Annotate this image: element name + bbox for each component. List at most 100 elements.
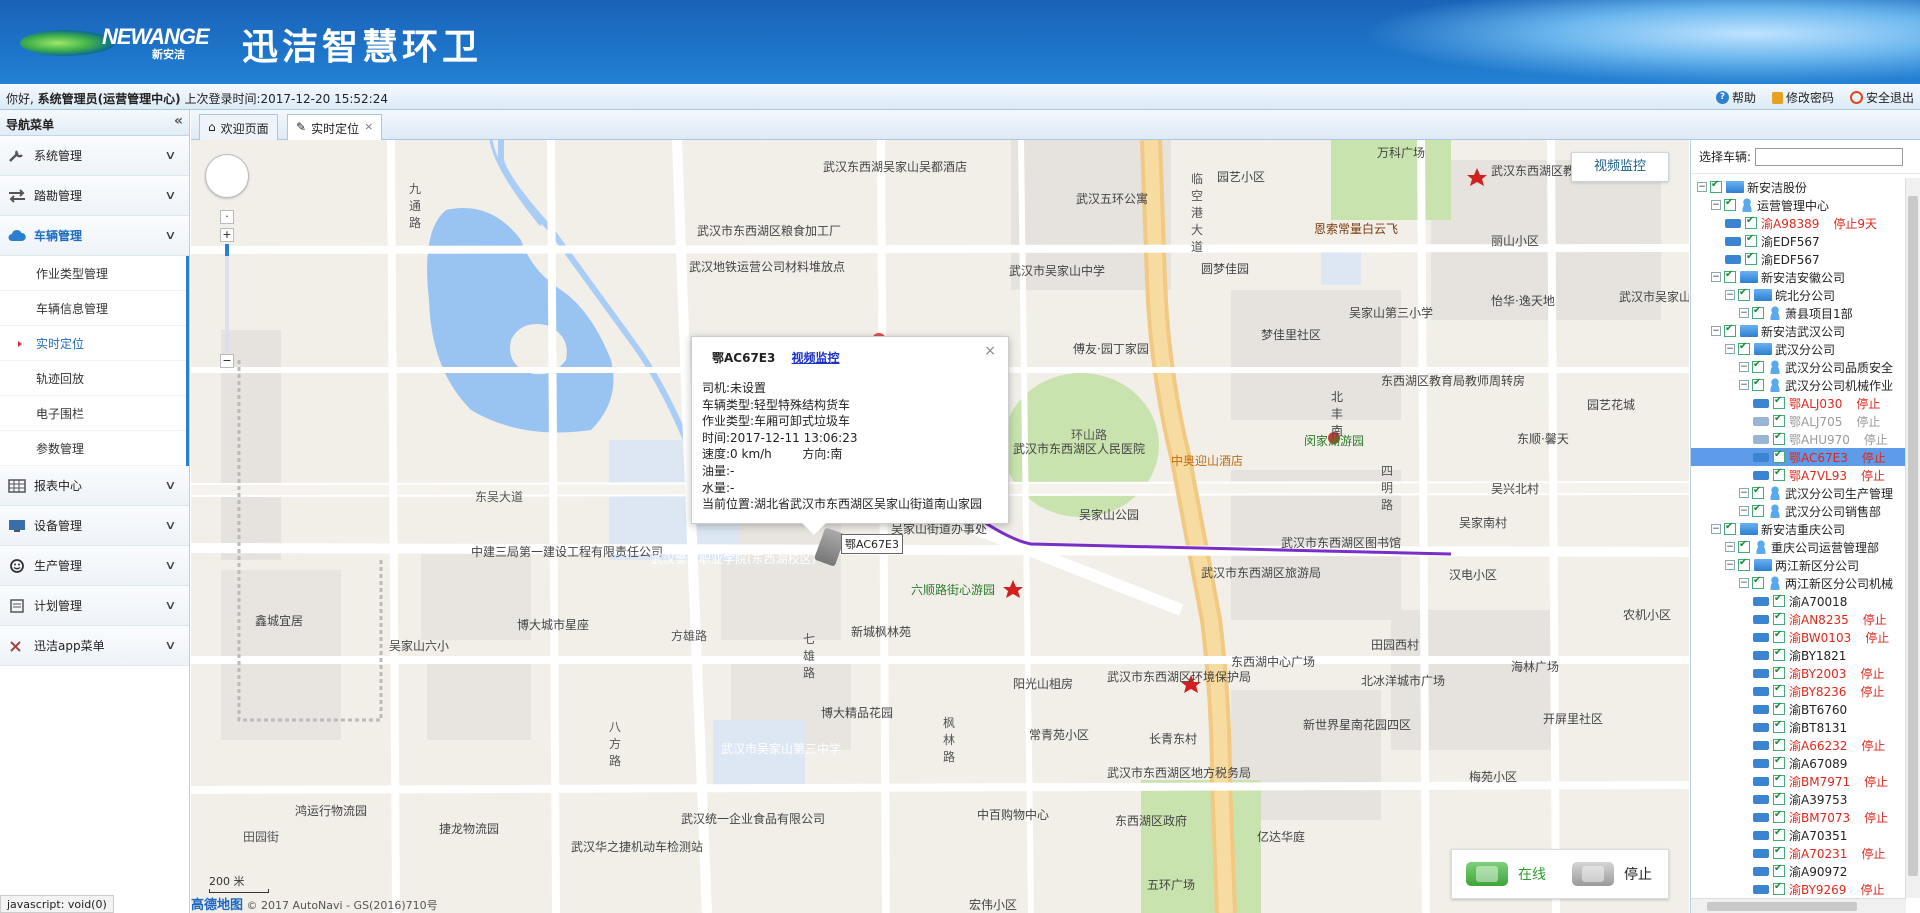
tree-checkbox[interactable] [1752, 485, 1764, 499]
vehicle-node[interactable]: 渝A70231 停止 [1691, 844, 1905, 862]
tree-expand-toggle[interactable]: − [1697, 182, 1707, 192]
tree-checkbox[interactable] [1773, 773, 1785, 787]
vehicle-node[interactable]: 渝A70018 [1691, 592, 1905, 610]
vehicle-node[interactable]: 渝AN8235 停止 [1691, 610, 1905, 628]
tree-checkbox[interactable] [1773, 395, 1785, 409]
map-view[interactable]: 武汉东西湖吴家山吴都酒店 武汉五环公寓 武汉市东西湖区粮食加工厂 武汉地铁运营公… [191, 140, 1689, 913]
tree-expand-toggle[interactable]: − [1739, 578, 1749, 588]
org-node[interactable]: − 武汉分公司生产管理 [1691, 484, 1905, 502]
tree-checkbox[interactable] [1724, 521, 1736, 535]
tree-expand-toggle[interactable]: − [1739, 362, 1749, 372]
vehicle-node[interactable]: 渝BM7971 停止 [1691, 772, 1905, 790]
submenu-parameters[interactable]: 参数管理 [0, 431, 186, 466]
tree-horizontal-scrollbar[interactable] [1691, 898, 1906, 913]
vehicle-node[interactable]: 渝BM7073 停止 [1691, 808, 1905, 826]
tree-checkbox[interactable] [1773, 593, 1785, 607]
tree-expand-toggle[interactable]: − [1739, 506, 1749, 516]
menu-plan[interactable]: 计划管理 ∨ [0, 586, 189, 626]
popup-close-icon[interactable]: × [984, 343, 996, 359]
scrollbar-thumb[interactable] [1908, 196, 1918, 876]
submenu-vehicle-info[interactable]: 车辆信息管理 [0, 291, 186, 326]
zoom-out-button[interactable]: − [220, 354, 234, 368]
submenu-realtime-location[interactable]: 实时定位 [0, 326, 186, 361]
vehicle-search-input[interactable] [1755, 147, 1904, 166]
tree-checkbox[interactable] [1773, 449, 1785, 463]
tree-checkbox[interactable] [1773, 737, 1785, 751]
tree-checkbox[interactable] [1773, 431, 1785, 445]
submenu-geofence[interactable]: 电子围栏 [0, 396, 186, 431]
tree-checkbox[interactable] [1745, 251, 1757, 265]
change-password-link[interactable]: 修改密码 [1771, 89, 1834, 106]
tree-checkbox[interactable] [1752, 377, 1764, 391]
org-node[interactable]: − 新安洁武汉公司 [1691, 322, 1905, 340]
menu-survey[interactable]: 踏勘管理 ∨ [0, 176, 189, 216]
tree-checkbox[interactable] [1773, 629, 1785, 643]
map-locate-button[interactable]: · [220, 210, 234, 224]
vehicle-node[interactable]: 渝EDF567 [1691, 250, 1905, 268]
tree-checkbox[interactable] [1773, 701, 1785, 715]
org-node[interactable]: − 武汉分公司机械作业 [1691, 376, 1905, 394]
tree-expand-toggle[interactable]: − [1725, 560, 1735, 570]
tree-checkbox[interactable] [1724, 197, 1736, 211]
tree-checkbox[interactable] [1773, 647, 1785, 661]
tree-checkbox[interactable] [1773, 665, 1785, 679]
help-link[interactable]: ? 帮助 [1715, 89, 1756, 106]
tree-expand-toggle[interactable]: − [1725, 344, 1735, 354]
vehicle-node[interactable]: 渝BY1821 [1691, 646, 1905, 664]
map-pan-control[interactable] [205, 154, 249, 198]
tree-checkbox[interactable] [1745, 215, 1757, 229]
tree-checkbox[interactable] [1724, 269, 1736, 283]
tree-checkbox[interactable] [1752, 575, 1764, 589]
tree-checkbox[interactable] [1773, 791, 1785, 805]
vehicle-node[interactable]: 渝A39753 [1691, 790, 1905, 808]
submenu-job-type[interactable]: 作业类型管理 [0, 256, 186, 291]
vehicle-node[interactable]: 鄂ALJ705 停止 [1691, 412, 1905, 430]
tree-expand-toggle[interactable]: − [1711, 272, 1721, 282]
video-monitor-button[interactable]: 视频监控 [1571, 152, 1669, 182]
tree-checkbox[interactable] [1710, 179, 1722, 193]
tree-checkbox[interactable] [1773, 719, 1785, 733]
logout-link[interactable]: 安全退出 [1849, 89, 1914, 106]
vehicle-node[interactable]: 渝BY2003 停止 [1691, 664, 1905, 682]
vehicle-node[interactable]: 渝BW0103 停止 [1691, 628, 1905, 646]
tree-vertical-scrollbar[interactable] [1905, 178, 1920, 898]
vehicle-node[interactable]: 渝A98389 停止9天 [1691, 214, 1905, 232]
org-node[interactable]: − 新安洁重庆公司 [1691, 520, 1905, 538]
org-node[interactable]: − 两江新区分公司机械 [1691, 574, 1905, 592]
tree-checkbox[interactable] [1773, 827, 1785, 841]
menu-system[interactable]: 系统管理 ∨ [0, 136, 189, 176]
org-node[interactable]: − 武汉分公司品质安全 [1691, 358, 1905, 376]
tree-checkbox[interactable] [1773, 881, 1785, 895]
org-node[interactable]: − 运营管理中心 [1691, 196, 1905, 214]
org-node[interactable]: − 新安洁股份 [1691, 178, 1905, 196]
org-node[interactable]: − 新安洁安徽公司 [1691, 268, 1905, 286]
tree-checkbox[interactable] [1773, 467, 1785, 481]
org-node[interactable]: − 两江新区分公司 [1691, 556, 1905, 574]
tree-checkbox[interactable] [1738, 341, 1750, 355]
tree-expand-toggle[interactable]: − [1739, 308, 1749, 318]
org-node[interactable]: − 萧县项目1部 [1691, 304, 1905, 322]
vehicle-node[interactable]: 鄂A7VL93 停止 [1691, 466, 1905, 484]
tree-checkbox[interactable] [1724, 323, 1736, 337]
tree-expand-toggle[interactable]: − [1711, 326, 1721, 336]
vehicle-node[interactable]: 渝EDF567 [1691, 232, 1905, 250]
vehicle-node[interactable]: 渝BY9269 停止 [1691, 880, 1905, 898]
tree-checkbox[interactable] [1738, 557, 1750, 571]
menu-vehicle[interactable]: 车辆管理 ∨ [0, 216, 189, 256]
tab-realtime-location[interactable]: ✎ 实时定位 × [287, 114, 383, 141]
menu-app[interactable]: 迅洁app菜单 ∨ [0, 626, 189, 666]
vehicle-node[interactable]: 渝A67089 [1691, 754, 1905, 772]
scrollbar-thumb[interactable] [1707, 902, 1857, 911]
tree-expand-toggle[interactable]: − [1739, 488, 1749, 498]
vehicle-node[interactable]: 渝A90972 [1691, 862, 1905, 880]
tree-checkbox[interactable] [1773, 845, 1785, 859]
tree-checkbox[interactable] [1773, 863, 1785, 877]
vehicle-node[interactable]: 鄂AHU970 停止 [1691, 430, 1905, 448]
tree-expand-toggle[interactable]: − [1739, 380, 1749, 390]
tree-checkbox[interactable] [1738, 287, 1750, 301]
org-node[interactable]: − 重庆公司运营管理部 [1691, 538, 1905, 556]
tree-checkbox[interactable] [1773, 809, 1785, 823]
org-node[interactable]: − 皖北分公司 [1691, 286, 1905, 304]
vehicle-node[interactable]: 渝BT8131 [1691, 718, 1905, 736]
vehicle-marker-plate[interactable]: 鄂AC67E3 [841, 534, 903, 554]
